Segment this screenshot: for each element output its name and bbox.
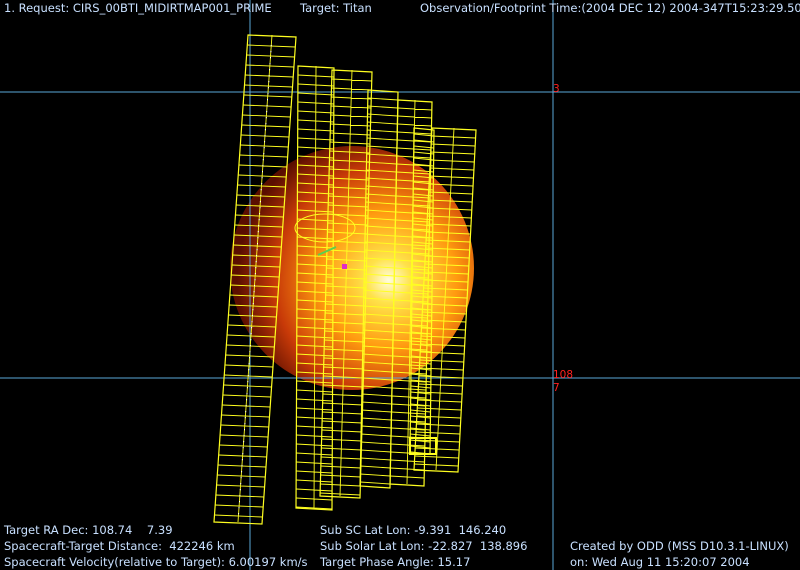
footprint-plot xyxy=(0,0,800,570)
created-by: Created by ODD (MSS D10.3.1-LINUX) xyxy=(570,539,789,553)
target-ra-dec: Target RA Dec: 108.74 7.39 xyxy=(4,523,173,537)
request-label: 1. Request: CIRS_00BTI_MIDIRTMAP001_PRIM… xyxy=(4,1,272,15)
created-on: on: Wed Aug 11 15:20:07 2004 xyxy=(570,555,750,569)
target-label: Target: Titan xyxy=(300,1,372,15)
sub-sc-lat-lon: Sub SC Lat Lon: -9.391 146.240 xyxy=(320,523,507,537)
sub-solar-marker xyxy=(342,264,347,269)
titan-disk xyxy=(230,146,474,390)
observation-time-label: Observation/Footprint Time:(2004 DEC 12)… xyxy=(420,1,800,15)
grid-label-lon-mid: 108 xyxy=(553,369,574,381)
spacecraft-velocity: Spacecraft Velocity(relative to Target):… xyxy=(4,555,308,569)
target-phase-angle: Target Phase Angle: 15.17 xyxy=(320,555,471,569)
sub-solar-lat-lon: Sub Solar Lat Lon: -22.827 138.896 xyxy=(320,539,528,553)
grid-label-lat-top: 3 xyxy=(553,83,560,95)
spacecraft-target-distance: Spacecraft-Target Distance: 422246 km xyxy=(4,539,235,553)
grid-label-lat-mid: 7 xyxy=(553,382,560,394)
footprint-viewport: 1. Request: CIRS_00BTI_MIDIRTMAP001_PRIM… xyxy=(0,0,800,570)
